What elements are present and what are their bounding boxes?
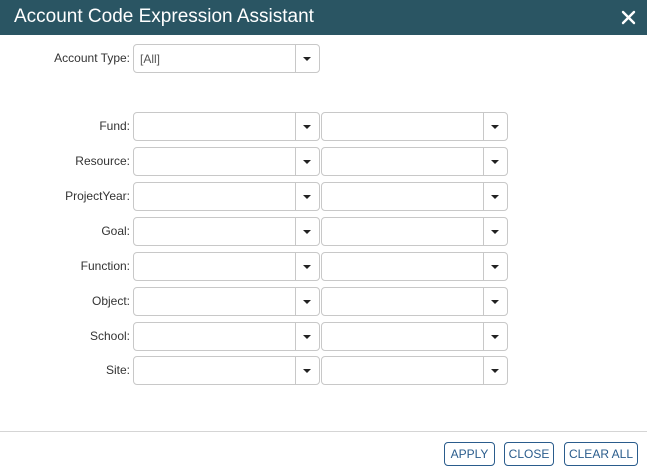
caret-down-icon [491, 335, 499, 339]
close-button[interactable]: CLOSE [504, 442, 554, 466]
site-to-select[interactable] [321, 356, 508, 385]
caret-down-icon [491, 195, 499, 199]
fund-label: Fund: [99, 119, 130, 133]
caret-down-icon [303, 265, 311, 269]
caret-down-icon [491, 160, 499, 164]
school-label: School: [89, 329, 130, 343]
segment-row-site: Site: [0, 356, 647, 385]
function-label: Function: [80, 259, 130, 273]
site-from-select[interactable] [133, 356, 320, 385]
segment-row-school: School: [0, 322, 647, 351]
site-from-dropdown-button[interactable] [295, 357, 319, 384]
function-to-dropdown-button[interactable] [483, 253, 507, 280]
caret-down-icon [491, 125, 499, 129]
footer-divider [0, 431, 647, 432]
caret-down-icon [491, 230, 499, 234]
resource-from-dropdown-button[interactable] [295, 148, 319, 175]
site-to-dropdown-button[interactable] [483, 357, 507, 384]
caret-down-icon [303, 195, 311, 199]
resource-to-select[interactable] [321, 147, 508, 176]
object-label: Object: [91, 294, 130, 308]
caret-down-icon [303, 160, 311, 164]
object-from-dropdown-button[interactable] [295, 288, 319, 315]
school-from-dropdown-button[interactable] [295, 323, 319, 350]
resource-label: Resource: [75, 154, 130, 168]
resource-to-dropdown-button[interactable] [483, 148, 507, 175]
function-to-select[interactable] [321, 252, 508, 281]
account-type-row: Account Type: [All] [0, 44, 647, 73]
fund-from-dropdown-button[interactable] [295, 113, 319, 140]
goal-to-dropdown-button[interactable] [483, 218, 507, 245]
segment-row-resource: Resource: [0, 147, 647, 176]
segment-row-fund: Fund: [0, 112, 647, 141]
goal-from-dropdown-button[interactable] [295, 218, 319, 245]
segment-row-goal: Goal: [0, 217, 647, 246]
resource-from-select[interactable] [133, 147, 320, 176]
apply-button[interactable]: APPLY [444, 442, 495, 466]
fund-to-dropdown-button[interactable] [483, 113, 507, 140]
goal-label: Goal: [101, 224, 130, 238]
segment-row-projectyear: ProjectYear: [0, 182, 647, 211]
caret-down-icon [303, 125, 311, 129]
dialog-titlebar: Account Code Expression Assistant [0, 0, 647, 35]
caret-down-icon [303, 369, 311, 373]
account-type-label: Account Type: [54, 51, 130, 65]
projectyear-from-dropdown-button[interactable] [295, 183, 319, 210]
account-type-value: [All] [140, 52, 161, 66]
school-to-dropdown-button[interactable] [483, 323, 507, 350]
object-to-dropdown-button[interactable] [483, 288, 507, 315]
segment-row-function: Function: [0, 252, 647, 281]
function-from-dropdown-button[interactable] [295, 253, 319, 280]
projectyear-from-select[interactable] [133, 182, 320, 211]
account-type-dropdown-button[interactable] [295, 45, 319, 72]
goal-from-select[interactable] [133, 217, 320, 246]
close-icon[interactable] [619, 8, 638, 27]
fund-from-select[interactable] [133, 112, 320, 141]
projectyear-to-dropdown-button[interactable] [483, 183, 507, 210]
caret-down-icon [303, 57, 311, 61]
caret-down-icon [491, 300, 499, 304]
object-from-select[interactable] [133, 287, 320, 316]
dialog-title: Account Code Expression Assistant [14, 6, 314, 27]
school-to-select[interactable] [321, 322, 508, 351]
caret-down-icon [303, 335, 311, 339]
fund-to-select[interactable] [321, 112, 508, 141]
account-type-select[interactable]: [All] [133, 44, 320, 73]
school-from-select[interactable] [133, 322, 320, 351]
caret-down-icon [303, 230, 311, 234]
projectyear-to-select[interactable] [321, 182, 508, 211]
projectyear-label: ProjectYear: [65, 189, 130, 203]
caret-down-icon [491, 265, 499, 269]
clear-all-button[interactable]: CLEAR ALL [564, 442, 638, 466]
caret-down-icon [303, 300, 311, 304]
caret-down-icon [491, 369, 499, 373]
function-from-select[interactable] [133, 252, 320, 281]
goal-to-select[interactable] [321, 217, 508, 246]
object-to-select[interactable] [321, 287, 508, 316]
site-label: Site: [105, 363, 130, 377]
segment-row-object: Object: [0, 287, 647, 316]
